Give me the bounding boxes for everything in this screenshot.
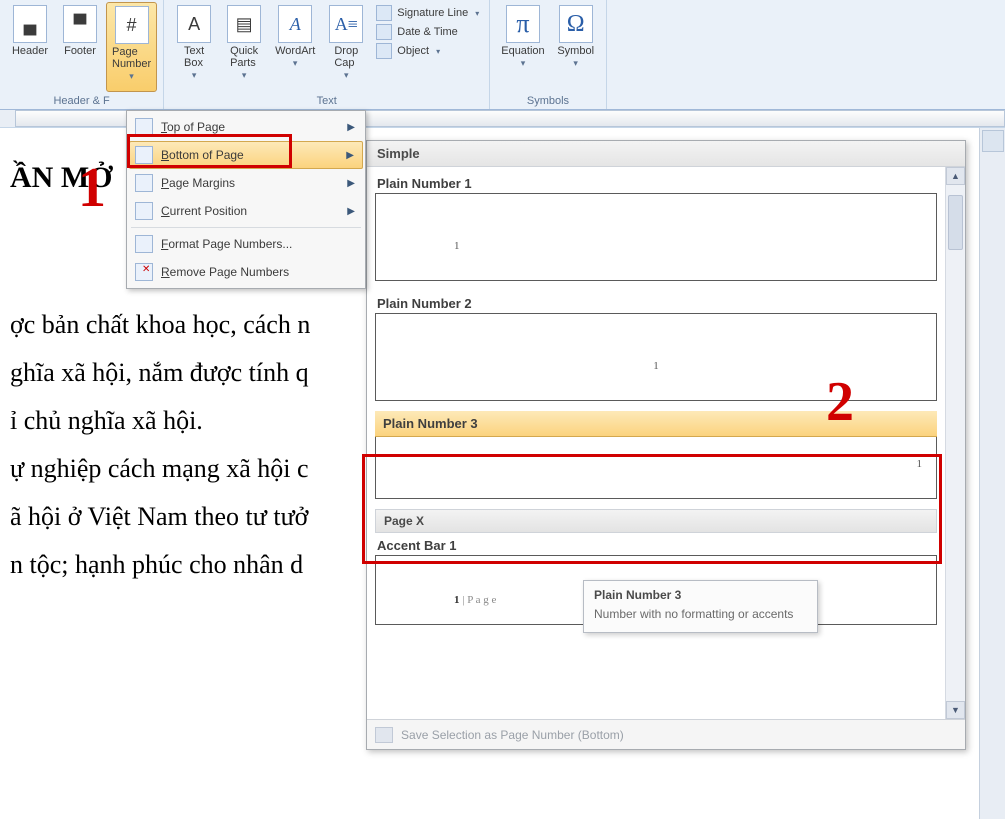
datetime-icon xyxy=(376,24,392,40)
menu-page-margins[interactable]: Page Margins▶ xyxy=(129,169,363,197)
group-symbols: πEquation▾ ΩSymbol▾ Symbols xyxy=(490,0,606,109)
dropcap-label: Drop Cap xyxy=(334,45,358,69)
header-icon: ▄ xyxy=(13,5,47,43)
equation-label: Equation xyxy=(501,45,544,57)
option-plain-number-1[interactable]: 1 xyxy=(375,193,937,281)
object-label: Object xyxy=(397,45,429,57)
page-icon xyxy=(135,174,153,192)
menu-format-page-numbers[interactable]: Format Page Numbers... xyxy=(129,230,363,258)
gallery-footer: Save Selection as Page Number (Bottom) xyxy=(367,719,965,749)
omega-icon: Ω xyxy=(559,5,593,43)
tooltip-title: Plain Number 3 xyxy=(594,588,807,602)
page-number-gallery: Simple Plain Number 1 1 Plain Number 2 1… xyxy=(366,140,966,750)
footer-button[interactable]: ▀ Footer xyxy=(56,2,104,92)
page-number-button[interactable]: #Page Number▾ xyxy=(106,2,157,92)
side-panel xyxy=(979,128,1005,819)
annotation-1: 1 xyxy=(78,156,106,220)
textbox-label: Text Box xyxy=(184,45,204,69)
quickparts-button[interactable]: ▤Quick Parts▾ xyxy=(220,2,268,92)
submenu-arrow-icon: ▶ xyxy=(347,178,355,189)
object-button[interactable]: Object▾ xyxy=(372,42,483,60)
remove-icon xyxy=(135,263,153,281)
scroll-down-icon[interactable]: ▼ xyxy=(946,701,965,719)
menu-remove-page-numbers[interactable]: Remove Page Numbers xyxy=(129,258,363,286)
date-time-button[interactable]: Date & Time xyxy=(372,23,483,41)
gallery-scrollbar[interactable]: ▲ ▼ xyxy=(945,167,965,719)
page-number-icon: # xyxy=(115,6,149,44)
datetime-label: Date & Time xyxy=(397,26,458,38)
menu-top-of-page[interactable]: TTop of Pageop of Page▶ xyxy=(129,113,363,141)
option-title-plain1: Plain Number 1 xyxy=(375,171,937,193)
scroll-thumb[interactable] xyxy=(948,195,963,250)
submenu-arrow-icon: ▶ xyxy=(347,122,355,133)
header-label: Header xyxy=(12,45,48,57)
signature-line-button[interactable]: Signature Line▾ xyxy=(372,4,483,22)
page-icon xyxy=(135,146,153,164)
footer-icon: ▀ xyxy=(63,5,97,43)
signature-icon xyxy=(376,5,392,21)
option-title-plain2: Plain Number 2 xyxy=(375,291,937,313)
wordart-button[interactable]: AWordArt▾ xyxy=(270,2,320,92)
page-icon xyxy=(135,118,153,136)
ribbon: ▄ Header ▀ Footer #Page Number▾ Header & F… xyxy=(0,0,1005,110)
tooltip-body: Number with no formatting or accents xyxy=(594,606,807,622)
dropcap-icon: A≡ xyxy=(329,5,363,43)
group-header-footer: ▄ Header ▀ Footer #Page Number▾ Header & F xyxy=(0,0,164,109)
page-icon xyxy=(135,202,153,220)
signature-label: Signature Line xyxy=(397,7,468,19)
save-selection-label: Save Selection as Page Number (Bottom) xyxy=(401,728,624,742)
submenu-arrow-icon: ▶ xyxy=(346,150,354,161)
gallery-category-simple: Simple xyxy=(367,141,965,167)
quickparts-icon: ▤ xyxy=(227,5,261,43)
header-button[interactable]: ▄ Header xyxy=(6,2,54,92)
wordart-label: WordArt xyxy=(275,45,315,57)
submenu-arrow-icon: ▶ xyxy=(347,206,355,217)
menu-bottom-of-page[interactable]: Bottom of Page▶ xyxy=(129,141,363,169)
dropdown-arrow-icon: ▾ xyxy=(129,71,134,82)
dropcap-button[interactable]: A≡Drop Cap▾ xyxy=(322,2,370,92)
wordart-icon: A xyxy=(278,5,312,43)
save-selection-icon xyxy=(375,727,393,743)
tooltip-plain-number-3: Plain Number 3 Number with no formatting… xyxy=(583,580,818,633)
group-label-hf: Header & F xyxy=(6,92,157,109)
pi-icon: π xyxy=(506,5,540,43)
quickparts-label: Quick Parts xyxy=(230,45,258,69)
symbol-button[interactable]: ΩSymbol▾ xyxy=(552,2,600,92)
page-number-label: Page Number xyxy=(112,46,151,70)
scroll-up-icon[interactable]: ▲ xyxy=(946,167,965,185)
group-text: AText Box▾ ▤Quick Parts▾ AWordArt▾ A≡Dro… xyxy=(164,0,490,109)
object-icon xyxy=(376,43,392,59)
textbox-button[interactable]: AText Box▾ xyxy=(170,2,218,92)
textbox-icon: A xyxy=(177,5,211,43)
footer-label: Footer xyxy=(64,45,96,57)
annotation-2: 2 xyxy=(826,370,854,434)
option-title-accent1: Accent Bar 1 xyxy=(375,533,937,555)
gallery-category-pagex: Page X xyxy=(375,509,937,533)
symbol-label: Symbol xyxy=(557,45,594,57)
group-label-symbols: Symbols xyxy=(496,92,599,109)
side-tool-icon[interactable] xyxy=(982,130,1004,152)
page-number-menu: TTop of Pageop of Page▶ Bottom of Page▶ … xyxy=(126,110,366,289)
group-label-text: Text xyxy=(170,92,483,109)
equation-button[interactable]: πEquation▾ xyxy=(496,2,549,92)
menu-current-position[interactable]: Current Position▶ xyxy=(129,197,363,225)
format-icon xyxy=(135,235,153,253)
